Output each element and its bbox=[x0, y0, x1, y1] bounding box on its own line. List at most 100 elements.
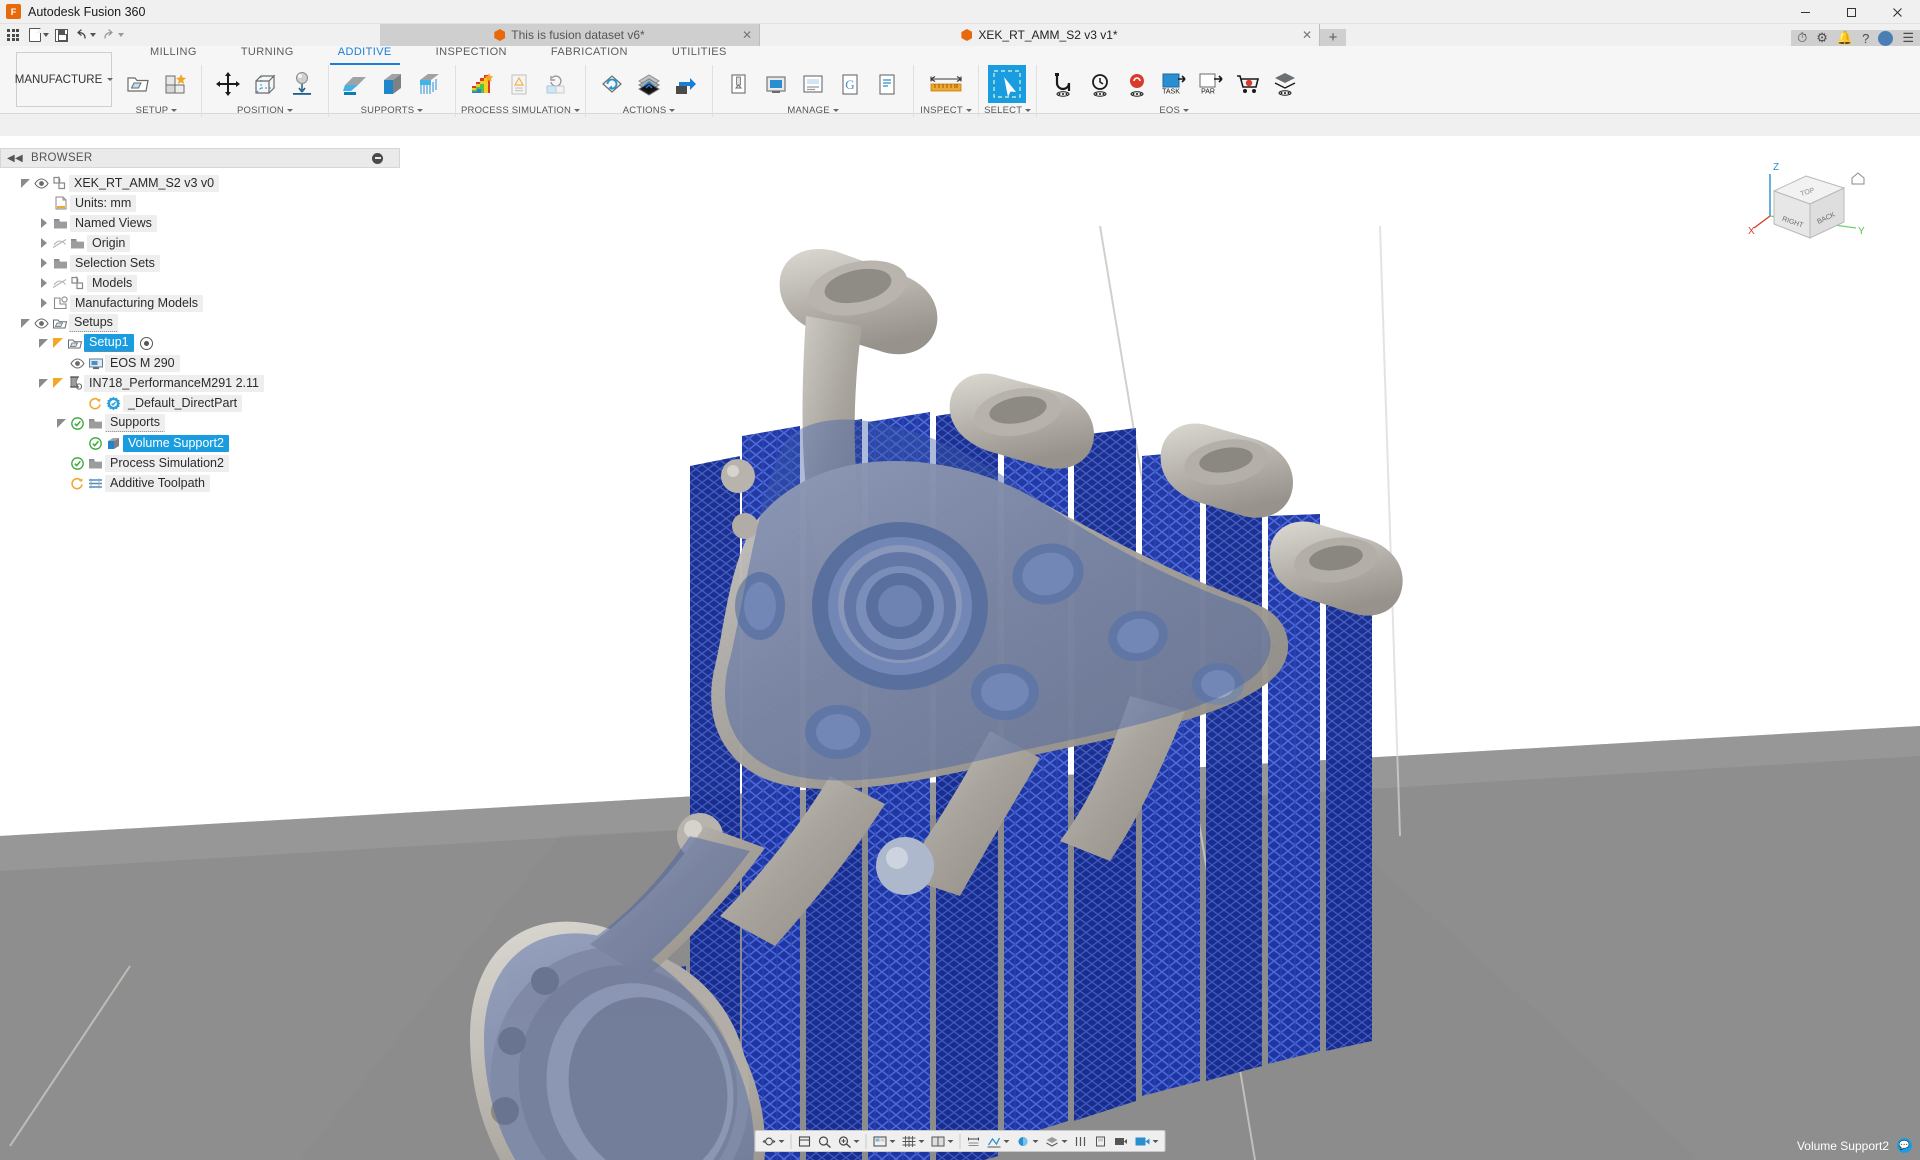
zoom-window-icon[interactable] bbox=[835, 1131, 863, 1151]
ribbon-group-label-actions[interactable]: ACTIONS bbox=[591, 103, 707, 117]
eos-stack-icon[interactable] bbox=[1268, 67, 1302, 101]
tree-item-in718-performancem291-2-11[interactable]: IN718_PerformanceM291 2.11 bbox=[0, 373, 400, 393]
move-icon[interactable] bbox=[211, 67, 245, 101]
arrange-icon[interactable] bbox=[248, 67, 282, 101]
visibility-on-icon[interactable] bbox=[33, 317, 50, 329]
ribbon-group-label-setup[interactable]: SETUP bbox=[117, 103, 196, 117]
notifications-icon[interactable]: 🔔 bbox=[1837, 30, 1853, 46]
close-tab-icon[interactable]: ✕ bbox=[742, 28, 752, 42]
tool-library-icon[interactable] bbox=[722, 67, 756, 101]
new-tab-button[interactable]: + bbox=[1320, 29, 1346, 46]
collapse-triangle-icon[interactable] bbox=[18, 178, 33, 188]
tree-item-setups[interactable]: Setups bbox=[0, 313, 400, 333]
ribbon-group-label-process-simulation[interactable]: PROCESS SIMULATION bbox=[461, 103, 581, 117]
redo-icon[interactable] bbox=[99, 24, 127, 46]
collapse-triangle-icon[interactable] bbox=[36, 378, 51, 388]
eos-part-icon[interactable] bbox=[1120, 67, 1154, 101]
ribbon-tab-utilities[interactable]: UTILITIES bbox=[650, 46, 749, 65]
ribbon-tab-milling[interactable]: MILLING bbox=[128, 46, 219, 65]
compensation-icon[interactable] bbox=[539, 67, 573, 101]
tree-item-default-directpart[interactable]: _Default_DirectPart bbox=[0, 393, 400, 413]
camera-icon[interactable] bbox=[1111, 1131, 1132, 1151]
generate-report-icon[interactable]: G bbox=[833, 67, 867, 101]
ribbon-group-label-supports[interactable]: SUPPORTS bbox=[334, 103, 450, 117]
pan-icon[interactable] bbox=[795, 1131, 815, 1151]
panel-toggle-icon[interactable]: ☰ bbox=[1902, 30, 1914, 46]
browser-options-icon[interactable] bbox=[372, 152, 383, 164]
minimize-button[interactable] bbox=[1782, 0, 1828, 24]
eos-cart-icon[interactable] bbox=[1231, 67, 1265, 101]
expand-triangle-icon[interactable] bbox=[36, 278, 51, 288]
undo-icon[interactable] bbox=[71, 24, 99, 46]
tree-item-selection-sets[interactable]: Selection Sets bbox=[0, 253, 400, 273]
collapse-triangle-icon[interactable] bbox=[54, 418, 69, 428]
visibility-off-icon[interactable] bbox=[51, 238, 68, 249]
screenshot-icon[interactable] bbox=[1132, 1131, 1162, 1151]
measure-icon[interactable] bbox=[923, 67, 969, 101]
tree-item-volume-support2[interactable]: Volume Support2 bbox=[0, 433, 400, 453]
collapse-panel-icon[interactable]: ◀◀ bbox=[7, 153, 23, 164]
tree-item-units-mm[interactable]: Units: mm bbox=[0, 193, 400, 213]
volume-support-icon[interactable] bbox=[375, 67, 409, 101]
machine-library-icon[interactable] bbox=[759, 67, 793, 101]
tree-item-manufacturing-models[interactable]: Manufacturing Models bbox=[0, 293, 400, 313]
view-cube[interactable]: Z X Y TOP RIGHT BACK bbox=[1748, 154, 1868, 264]
ribbon-group-label-eos[interactable]: EOS bbox=[1042, 103, 1306, 117]
ribbon-group-label-inspect[interactable]: INSPECT bbox=[919, 103, 973, 117]
support-preview-icon[interactable] bbox=[412, 67, 446, 101]
object-visibility-icon[interactable] bbox=[1071, 1131, 1091, 1151]
close-tab-icon[interactable]: ✕ bbox=[1302, 28, 1312, 42]
visibility-on-icon[interactable] bbox=[33, 177, 50, 189]
tree-item-origin[interactable]: Origin bbox=[0, 233, 400, 253]
simulate-additive-icon[interactable] bbox=[632, 67, 666, 101]
tree-item-named-views[interactable]: Named Views bbox=[0, 213, 400, 233]
grid-snaps-icon[interactable] bbox=[899, 1131, 928, 1151]
tree-item-additive-toolpath[interactable]: Additive Toolpath bbox=[0, 473, 400, 493]
tree-item-models[interactable]: Models bbox=[0, 273, 400, 293]
extensions-icon[interactable]: ⚙ bbox=[1816, 30, 1828, 46]
new-document-icon[interactable] bbox=[26, 24, 52, 46]
new-setup-icon[interactable] bbox=[121, 67, 155, 101]
save-icon[interactable] bbox=[52, 24, 71, 46]
ribbon-group-label-position[interactable]: POSITION bbox=[207, 103, 323, 117]
comments-icon[interactable]: 💬 bbox=[1897, 1138, 1912, 1153]
ribbon-group-label-manage[interactable]: MANAGE bbox=[718, 103, 908, 117]
eos-connect-icon[interactable] bbox=[1046, 67, 1080, 101]
ribbon-tab-turning[interactable]: TURNING bbox=[219, 46, 316, 65]
viewports-icon[interactable] bbox=[928, 1131, 957, 1151]
generate-toolpath-icon[interactable] bbox=[595, 67, 629, 101]
layout-grid-icon[interactable] bbox=[984, 1131, 1013, 1151]
place-on-platform-icon[interactable] bbox=[285, 67, 319, 101]
tree-item-supports[interactable]: Supports bbox=[0, 413, 400, 433]
effects-icon[interactable] bbox=[1013, 1131, 1042, 1151]
eos-task-icon[interactable]: TASK bbox=[1157, 67, 1191, 101]
display-settings-icon[interactable] bbox=[870, 1131, 899, 1151]
ribbon-tab-fabrication[interactable]: FABRICATION bbox=[529, 46, 650, 65]
ribbon-group-label-select[interactable]: SELECT bbox=[984, 103, 1032, 117]
expand-triangle-icon[interactable] bbox=[36, 258, 51, 268]
file-tab-1[interactable]: XEK_RT_AMM_S2 v3 v1* ✕ bbox=[760, 24, 1320, 46]
tree-item-xek-rt-amm-s2-v3-v0[interactable]: XEK_RT_AMM_S2 v3 v0 bbox=[0, 173, 400, 193]
post-process-icon[interactable] bbox=[669, 67, 703, 101]
bar-support-icon[interactable] bbox=[338, 67, 372, 101]
maximize-button[interactable] bbox=[1828, 0, 1874, 24]
visual-style-icon[interactable] bbox=[1042, 1131, 1071, 1151]
print-settings-icon[interactable] bbox=[796, 67, 830, 101]
window-select-icon[interactable] bbox=[988, 65, 1027, 103]
process-simulation-icon[interactable] bbox=[465, 67, 499, 101]
tree-item-eos-m-290[interactable]: EOS M 290 bbox=[0, 353, 400, 373]
expand-triangle-icon[interactable] bbox=[36, 238, 51, 248]
collapse-triangle-icon[interactable] bbox=[18, 318, 33, 328]
workspace-selector[interactable]: MANUFACTURE bbox=[15, 52, 114, 107]
zoom-icon[interactable] bbox=[815, 1131, 835, 1151]
app-grid-icon[interactable] bbox=[0, 29, 26, 41]
expand-triangle-icon[interactable] bbox=[36, 298, 51, 308]
ribbon-tab-additive[interactable]: ADDITIVE bbox=[316, 46, 414, 65]
orbit-icon[interactable] bbox=[759, 1131, 788, 1151]
collapse-triangle-icon[interactable] bbox=[36, 338, 51, 348]
close-button[interactable] bbox=[1874, 0, 1920, 24]
component-color-icon[interactable] bbox=[1091, 1131, 1111, 1151]
visibility-off-icon[interactable] bbox=[51, 278, 68, 289]
new-additive-setup-icon[interactable] bbox=[158, 67, 192, 101]
eos-par-icon[interactable]: PAR bbox=[1194, 67, 1228, 101]
